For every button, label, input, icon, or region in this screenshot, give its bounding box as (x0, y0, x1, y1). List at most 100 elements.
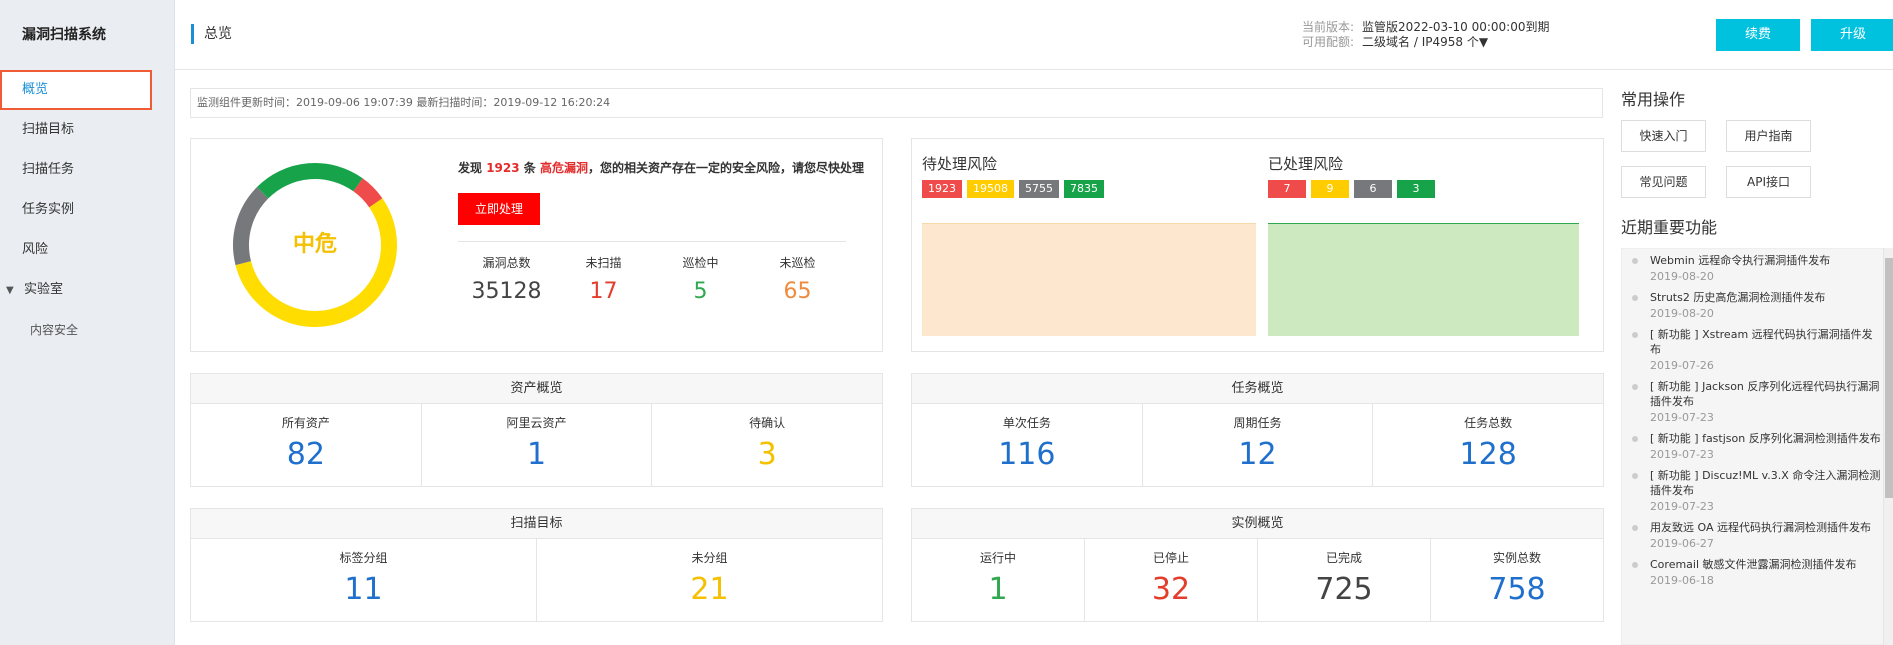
cell-label: 运行中 (979, 551, 1016, 565)
quick-start-button[interactable]: 快速入门 (1621, 120, 1706, 152)
task-total[interactable]: 任务总数 128 (1372, 404, 1603, 487)
feature-date: 2019-07-26 (1650, 359, 1714, 372)
bullet-icon (1632, 332, 1638, 338)
instance-total[interactable]: 实例总数 758 (1430, 539, 1603, 622)
stat-value: 65 (783, 279, 812, 304)
features-scrollbar[interactable] (1883, 248, 1893, 645)
task-overview-title: 任务概览 (912, 374, 1603, 404)
processed-chip-info[interactable]: 3 (1397, 180, 1435, 198)
sidebar-item-risk[interactable]: 风险 (0, 230, 174, 270)
feature-title[interactable]: [ 新功能 ] fastjson 反序列化漏洞检测插件发布 (1650, 431, 1882, 446)
stat-unscanned[interactable]: 未扫描 17 (555, 242, 652, 304)
feature-title[interactable]: Coremail 敏感文件泄露漏洞检测插件发布 (1650, 557, 1882, 572)
feature-item[interactable]: [ 新功能 ] Discuz!ML v.3.X 命令注入漏洞检测插件发布 2019… (1622, 464, 1892, 516)
cell-value: 725 (1315, 572, 1373, 607)
feature-item[interactable]: Coremail 敏感文件泄露漏洞检测插件发布 2019-06-18 (1622, 553, 1892, 590)
asset-aliyun[interactable]: 阿里云资产 1 (420, 404, 652, 487)
feature-date: 2019-06-27 (1650, 537, 1714, 550)
cell-label: 实例总数 (1492, 551, 1541, 565)
user-guide-button[interactable]: 用户指南 (1726, 120, 1811, 152)
bullet-icon (1632, 562, 1638, 568)
pending-risk-area-chart (922, 223, 1256, 336)
faq-button[interactable]: 常见问题 (1621, 166, 1706, 198)
instance-overview-card: 实例概览 运行中 1 已停止 32 已完成 725 实例总数 758 (911, 508, 1604, 622)
stat-patrolling[interactable]: 巡检中 5 (652, 242, 749, 304)
bullet-icon (1632, 384, 1638, 390)
pending-chip-mid[interactable]: 19508 (967, 180, 1014, 198)
feature-title[interactable]: [ 新功能 ] Xstream 远程代码执行漏洞插件发布 (1650, 327, 1882, 357)
sidebar-item-task-instances[interactable]: 任务实例 (0, 190, 174, 230)
risk-trend-card: 待处理风险 1923 19508 5755 7835 已处理风险 7 9 6 3 (911, 138, 1604, 352)
asset-pending-confirm[interactable]: 待确认 3 (651, 404, 882, 487)
cell-value: 758 (1488, 572, 1546, 607)
sidebar-item-scan-targets[interactable]: 扫描目标 (0, 110, 174, 150)
sidebar-item-overview[interactable]: 概览 (0, 70, 152, 110)
processed-risk: 已处理风险 7 9 6 3 (1268, 153, 1435, 198)
stat-total[interactable]: 漏洞总数 35128 (458, 242, 555, 304)
stat-value: 17 (589, 279, 618, 304)
bullet-icon (1632, 436, 1638, 442)
asset-all[interactable]: 所有资产 82 (191, 404, 421, 487)
handle-now-button[interactable]: 立即处理 (458, 193, 540, 225)
target-overview-card: 扫描目标 标签分组 11 未分组 21 (190, 508, 883, 622)
stat-label: 未扫描 (585, 256, 622, 270)
processed-chip-low[interactable]: 6 (1354, 180, 1392, 198)
target-ungrouped[interactable]: 未分组 21 (536, 539, 882, 622)
feature-item[interactable]: [ 新功能 ] Xstream 远程代码执行漏洞插件发布 2019-07-26 (1622, 323, 1892, 375)
instance-stopped[interactable]: 已停止 32 (1084, 539, 1257, 622)
right-panel: 常用操作 快速入门 用户指南 常见问题 API接口 近期重要功能 Webmin … (1621, 86, 1893, 645)
cell-label: 已停止 (1152, 551, 1189, 565)
cell-label: 阿里云资产 (506, 416, 567, 430)
feature-item[interactable]: [ 新功能 ] Jackson 反序列化远程代码执行漏洞插件发布 2019-07-… (1622, 375, 1892, 427)
pending-chip-low[interactable]: 5755 (1019, 180, 1059, 198)
feature-date: 2019-07-23 (1650, 500, 1714, 513)
common-ops-title: 常用操作 (1621, 90, 1686, 109)
quota-dropdown[interactable]: 二级域名 / IP4958 个▼ (1362, 35, 1488, 49)
sidebar: 漏洞扫描系统 概览 扫描目标 扫描任务 任务实例 风险 ▼ 实验室 内容安全 (0, 0, 175, 645)
stat-unpatrolled[interactable]: 未巡检 65 (749, 242, 846, 304)
pending-chip-high[interactable]: 1923 (922, 180, 962, 198)
cell-label: 周期任务 (1233, 416, 1282, 430)
feature-item[interactable]: 用友致远 OA 远程代码执行漏洞检测插件发布 2019-06-27 (1622, 516, 1892, 553)
cell-label: 待确认 (749, 416, 786, 430)
cell-value: 128 (1459, 437, 1517, 472)
task-periodic[interactable]: 周期任务 12 (1141, 404, 1373, 487)
version-value: 监管版2022-03-10 00:00:00到期 (1362, 20, 1550, 34)
target-tagged[interactable]: 标签分组 11 (191, 539, 536, 622)
version-label: 当前版本: (1302, 20, 1355, 34)
renew-button[interactable]: 续费 (1716, 19, 1800, 51)
instance-completed[interactable]: 已完成 725 (1257, 539, 1430, 622)
common-ops: 快速入门 用户指南 常见问题 API接口 (1621, 120, 1893, 198)
feature-item[interactable]: Struts2 历史高危漏洞检测插件发布 2019-08-20 (1622, 286, 1892, 323)
processed-chip-mid[interactable]: 9 (1311, 180, 1349, 198)
feature-title[interactable]: Struts2 历史高危漏洞检测插件发布 (1650, 290, 1882, 305)
asset-overview-card: 资产概览 所有资产 82 阿里云资产 1 待确认 3 (190, 373, 883, 487)
upgrade-button[interactable]: 升级 (1811, 19, 1893, 51)
instance-running[interactable]: 运行中 1 (912, 539, 1084, 622)
version-info: 当前版本: 监管版2022-03-10 00:00:00到期 可用配额: 二级域名 … (1302, 20, 1550, 50)
feature-title[interactable]: [ 新功能 ] Jackson 反序列化远程代码执行漏洞插件发布 (1650, 379, 1882, 409)
sidebar-group-lab[interactable]: ▼ 实验室 (0, 270, 174, 310)
sidebar-nav: 概览 扫描目标 扫描任务 任务实例 风险 ▼ 实验室 内容安全 (0, 70, 174, 350)
bullet-icon (1632, 473, 1638, 479)
scrollbar-thumb[interactable] (1885, 258, 1893, 498)
target-overview-title: 扫描目标 (191, 509, 882, 539)
task-single[interactable]: 单次任务 116 (912, 404, 1142, 487)
alert-high: 高危漏洞 (540, 161, 589, 175)
quota-label: 可用配额: (1302, 35, 1355, 49)
features-list: Webmin 远程命令执行漏洞插件发布 2019-08-20 Struts2 历史高… (1621, 248, 1893, 645)
processed-chip-high[interactable]: 7 (1268, 180, 1306, 198)
feature-title[interactable]: Webmin 远程命令执行漏洞插件发布 (1650, 253, 1882, 268)
risk-summary-card: 中危 发现 1923 条 高危漏洞，您的相关资产存在一定的安全风险，请您尽快处理… (190, 138, 883, 352)
feature-item[interactable]: [ 新功能 ] fastjson 反序列化漏洞检测插件发布 2019-07-23 (1622, 427, 1892, 464)
page-title: 总览 (191, 24, 232, 44)
sidebar-item-content-security[interactable]: 内容安全 (0, 310, 174, 350)
instance-overview-title: 实例概览 (912, 509, 1603, 539)
feature-title[interactable]: 用友致远 OA 远程代码执行漏洞检测插件发布 (1650, 520, 1882, 535)
pending-chip-info[interactable]: 7835 (1064, 180, 1104, 198)
feature-item[interactable]: Webmin 远程命令执行漏洞插件发布 2019-08-20 (1622, 249, 1892, 286)
vuln-stats: 漏洞总数 35128 未扫描 17 巡检中 5 未巡检 65 (458, 241, 846, 304)
feature-title[interactable]: [ 新功能 ] Discuz!ML v.3.X 命令注入漏洞检测插件发布 (1650, 468, 1882, 498)
sidebar-item-scan-tasks[interactable]: 扫描任务 (0, 150, 174, 190)
api-button[interactable]: API接口 (1726, 166, 1811, 198)
